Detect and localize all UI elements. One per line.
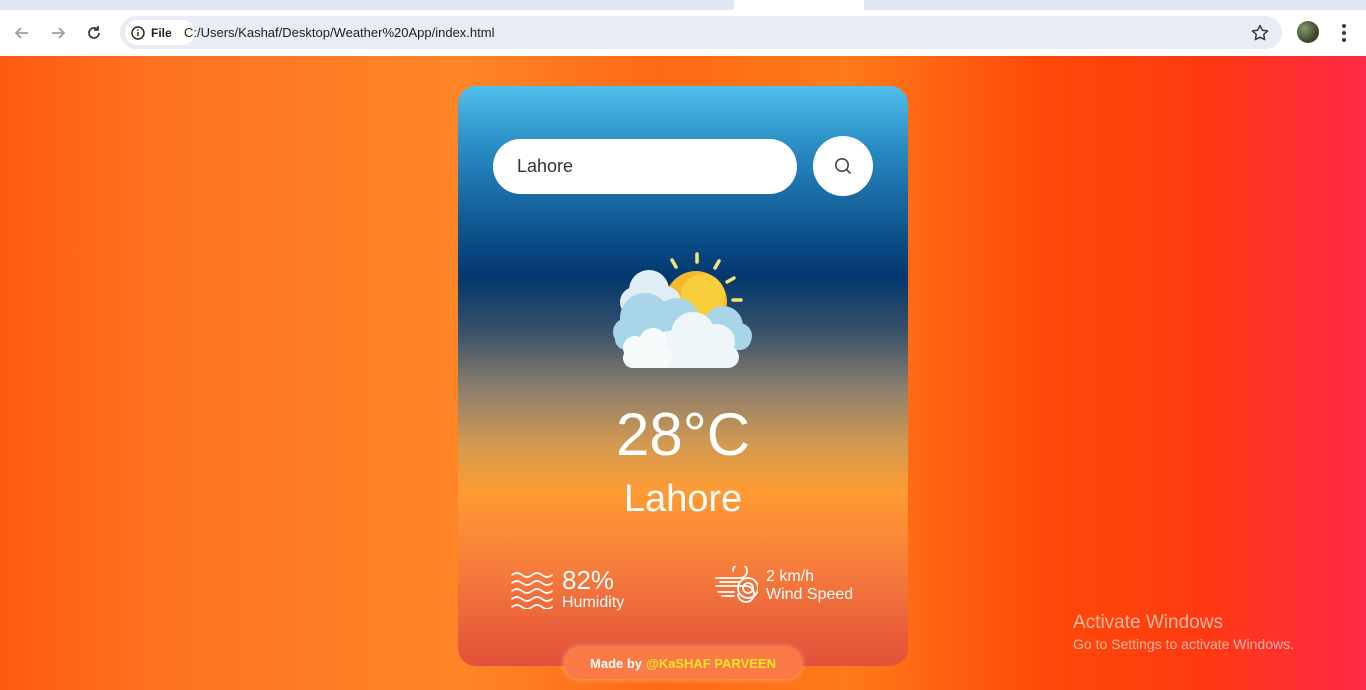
- arrow-right-icon: [52, 27, 66, 39]
- credit-author[interactable]: @KaSHAF PARVEEN: [646, 656, 776, 671]
- info-icon: [131, 25, 145, 40]
- temperature-value: 28°C: [615, 401, 751, 468]
- address-bar[interactable]: File C:/Users/Kashaf/Desktop/Weather%20A…: [120, 16, 1282, 49]
- menu-dot: [1342, 31, 1346, 35]
- humidity-value: 82%: [562, 565, 615, 595]
- menu-dot: [1342, 38, 1346, 42]
- active-tab[interactable]: [734, 0, 864, 10]
- wind-icon: [715, 566, 758, 603]
- bookmark-star-icon[interactable]: [1250, 23, 1270, 43]
- site-info-label: File: [151, 25, 172, 40]
- forward-button[interactable]: [46, 21, 70, 45]
- wind-detail: 2 km/h Wind Speed: [714, 566, 853, 606]
- city-search-input[interactable]: [517, 139, 787, 194]
- watermark-title: Activate Windows: [1073, 612, 1223, 633]
- back-button[interactable]: [10, 21, 34, 45]
- url-text[interactable]: C:/Users/Kashaf/Desktop/Weather%20App/in…: [184, 25, 494, 40]
- humidity-label: Humidity: [562, 594, 625, 611]
- weather-card: 28°C Lahore 82% Humidity: [458, 86, 908, 666]
- windows-activation-watermark: Activate Windows Go to Settings to activ…: [1073, 612, 1294, 654]
- search-box: [493, 139, 797, 194]
- wind-speed-value: 2 km/h: [766, 568, 815, 585]
- reload-icon: [88, 26, 100, 39]
- page-background: 28°C Lahore 82% Humidity: [0, 56, 1366, 690]
- city-name: Lahore: [623, 478, 743, 520]
- search-button[interactable]: [813, 136, 873, 196]
- credit-badge: Made by @KaSHAF PARVEEN: [564, 647, 802, 679]
- browser-toolbar: File C:/Users/Kashaf/Desktop/Weather%20A…: [0, 10, 1366, 56]
- menu-dot: [1342, 24, 1346, 28]
- arrow-left-icon: [14, 27, 28, 39]
- reload-button[interactable]: [82, 21, 106, 45]
- credit-prefix: Made by: [590, 655, 643, 671]
- humidity-waves-icon: [511, 572, 553, 609]
- sun-behind-clouds-icon: [613, 252, 752, 368]
- profile-avatar[interactable]: [1297, 21, 1319, 43]
- tab-strip: [0, 0, 1366, 10]
- wind-speed-label: Wind Speed: [766, 586, 854, 603]
- humidity-detail: 82% Humidity: [510, 566, 624, 612]
- search-icon: [835, 158, 851, 174]
- watermark-subtitle: Go to Settings to activate Windows.: [1073, 636, 1294, 652]
- browser-menu-button[interactable]: [1334, 21, 1354, 45]
